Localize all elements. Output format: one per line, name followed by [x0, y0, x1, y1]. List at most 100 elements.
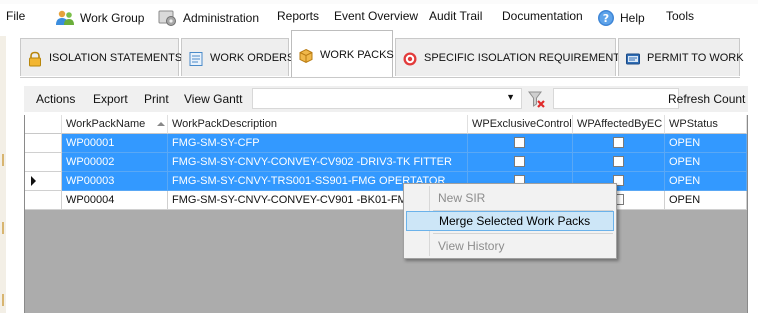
row-header[interactable] [25, 191, 62, 210]
menu-label: Reports [277, 9, 320, 23]
tab-work-orders[interactable]: WORK ORDERS [181, 38, 294, 76]
actions-menu[interactable]: Actions [36, 92, 75, 106]
view-gantt-button[interactable]: View Gantt [184, 92, 242, 106]
menu-item-new-sir[interactable]: New SIR [406, 188, 614, 208]
people-icon [55, 9, 75, 27]
table-row[interactable]: WP00003 FMG-SM-SY-CNVY-TRS001-SS901-FMG … [25, 172, 747, 191]
padlock-icon [27, 51, 43, 66]
dropdown-arrow-icon[interactable]: ▼ [506, 92, 515, 102]
select-all-corner[interactable] [25, 115, 62, 134]
column-header-label: WPStatus [669, 118, 718, 130]
menu-audit-trail[interactable]: Audit Trail [429, 9, 482, 23]
menu-event-overview[interactable]: Event Overview [334, 9, 418, 23]
window-left-edge [0, 36, 6, 313]
grid-header-row: WorkPackName WorkPackDescription WPExclu… [25, 115, 747, 134]
export-button[interactable]: Export [93, 92, 128, 106]
menu-label: Work Group [80, 11, 145, 25]
work-packs-grid: WorkPackName WorkPackDescription WPExclu… [24, 115, 748, 313]
cell-workpackname[interactable]: WP00002 [62, 153, 168, 172]
row-header[interactable] [25, 172, 62, 191]
column-header-label: WorkPackName [66, 118, 146, 130]
menu-label: Documentation [502, 9, 583, 23]
help-icon: ? [597, 9, 615, 27]
exclusive-control-checkbox[interactable] [514, 156, 525, 167]
column-header-workpackname[interactable]: WorkPackName [62, 115, 168, 134]
table-row[interactable]: WP00001 FMG-SM-SY-CFP OPEN [25, 134, 747, 153]
menu-label: Tools [666, 9, 695, 23]
menu-label: Administration [183, 11, 260, 25]
column-header-label: WorkPackDescription [172, 118, 277, 130]
module-tab-strip: ISOLATION STATEMENTS WORK ORDERS WORK PA… [20, 30, 744, 78]
cell-wpaffectedbyec [573, 153, 665, 172]
refresh-count-button[interactable]: Refresh Count [668, 92, 745, 106]
document-icon [188, 51, 204, 66]
row-header[interactable] [25, 134, 62, 153]
cell-wpexclusivecontrol [468, 134, 573, 153]
filter-combobox[interactable]: ▼ [252, 88, 522, 109]
menu-label: Event Overview [334, 9, 419, 23]
tab-label: ISOLATION STATEMENTS [49, 51, 183, 64]
menu-tools[interactable]: Tools [666, 9, 694, 23]
edge-mark [2, 154, 4, 166]
menu-label: Audit Trail [429, 9, 483, 23]
tab-label: PERMIT TO WORK [647, 51, 744, 64]
exclusive-control-checkbox[interactable] [514, 137, 525, 148]
grid-toolbar: Actions Export Print View Gantt ▼ Refres… [24, 86, 748, 112]
cell-wpaffectedbyec [573, 134, 665, 153]
cell-wpstatus[interactable]: OPEN [665, 134, 747, 153]
menu-label: File [6, 9, 26, 23]
cell-wpstatus[interactable]: OPEN [665, 172, 747, 191]
cell-workpackname[interactable]: WP00004 [62, 191, 168, 210]
column-header-wpexclusivecontrol[interactable]: WPExclusiveControl [468, 115, 573, 134]
cell-wpexclusivecontrol [468, 153, 573, 172]
svg-text:?: ? [603, 12, 609, 25]
row-header[interactable] [25, 153, 62, 172]
cell-workpackdescription[interactable]: FMG-SM-SY-CFP [168, 134, 468, 153]
menu-file[interactable]: File [6, 9, 25, 23]
window-top-edge [0, 0, 758, 4]
menu-label: Help [620, 11, 645, 25]
column-header-label: WPExclusiveControl [472, 118, 572, 130]
menu-help[interactable]: ? Help [597, 9, 645, 27]
tab-permit-to-work[interactable]: PERMIT TO WORK [618, 38, 744, 76]
column-header-wpstatus[interactable]: WPStatus [665, 115, 747, 134]
box-icon [298, 48, 314, 63]
cell-workpackname[interactable]: WP00001 [62, 134, 168, 153]
cell-workpackdescription[interactable]: FMG-SM-SY-CNVY-CONVEY-CV902 -DRIV3-TK FI… [168, 153, 468, 172]
sort-ascending-icon [157, 122, 165, 126]
column-header-wpaffectedbyec[interactable]: WPAffectedByEC [573, 115, 665, 134]
gears-icon [158, 9, 178, 27]
table-row[interactable]: WP00004 FMG-SM-SY-CNVY-CONVEY-CV901 -BK0… [25, 191, 747, 210]
current-row-indicator-icon [31, 176, 36, 186]
tab-isolation-statements[interactable]: ISOLATION STATEMENTS [20, 38, 183, 76]
column-header-label: WPAffectedByEC [577, 118, 663, 130]
cell-wpstatus[interactable]: OPEN [665, 153, 747, 172]
menu-administration[interactable]: Administration [158, 9, 259, 27]
menu-separator [433, 233, 613, 234]
tab-label: WORK ORDERS [210, 51, 295, 64]
tab-label: SPECIFIC ISOLATION REQUIREMENTS [424, 51, 628, 64]
menu-bar: File Work Group Administration Reports E… [0, 6, 758, 30]
clear-filter-icon[interactable] [526, 88, 548, 110]
menu-documentation[interactable]: Documentation [502, 9, 583, 23]
column-header-workpackdescription[interactable]: WorkPackDescription [168, 115, 468, 134]
cell-wpstatus[interactable]: OPEN [665, 191, 747, 210]
edge-mark [2, 294, 4, 306]
affected-by-ec-checkbox[interactable] [613, 156, 624, 167]
menu-work-group[interactable]: Work Group [55, 9, 144, 27]
menu-item-merge-selected-work-packs[interactable]: Merge Selected Work Packs [406, 211, 614, 231]
table-row[interactable]: WP00002 FMG-SM-SY-CNVY-CONVEY-CV902 -DRI… [25, 153, 747, 172]
menu-reports[interactable]: Reports [277, 9, 319, 23]
search-input[interactable] [553, 88, 679, 109]
tab-work-packs[interactable]: WORK PACKS [291, 30, 394, 78]
print-button[interactable]: Print [144, 92, 169, 106]
cell-workpackname[interactable]: WP00003 [62, 172, 168, 191]
affected-by-ec-checkbox[interactable] [613, 137, 624, 148]
tab-panel-border [20, 77, 740, 78]
permit-icon [625, 51, 641, 65]
tab-label: WORK PACKS [320, 48, 394, 61]
tab-specific-isolation-requirements[interactable]: SPECIFIC ISOLATION REQUIREMENTS [395, 38, 627, 76]
menu-item-view-history[interactable]: View History [406, 236, 614, 256]
grid-context-menu: New SIR Merge Selected Work Packs View H… [403, 183, 617, 259]
target-icon [402, 51, 418, 65]
